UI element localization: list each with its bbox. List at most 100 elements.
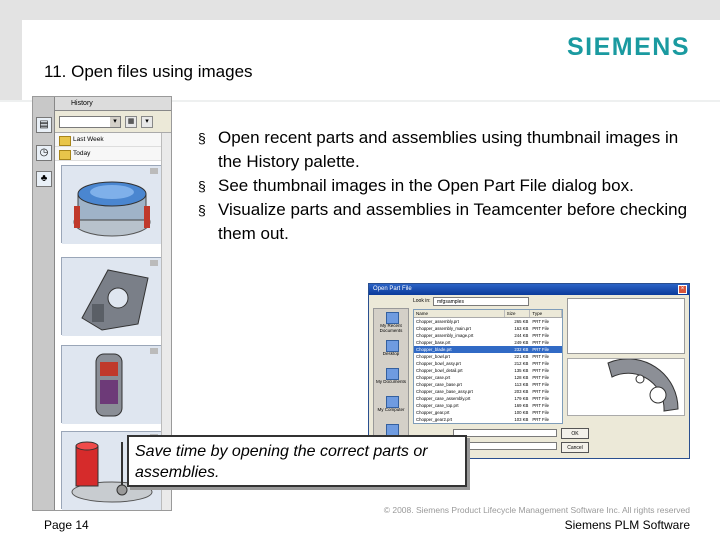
- close-icon[interactable]: ×: [678, 285, 687, 294]
- place-computer[interactable]: My Computer: [374, 393, 408, 421]
- file-type: PRT File: [532, 396, 549, 401]
- file-name: Chopper_gear2.prt: [416, 417, 453, 422]
- file-row[interactable]: Chopper_case.prt 128 KB PRT File: [414, 374, 562, 381]
- file-row[interactable]: Chopper_assembly_main.prt 163 KB PRT File: [414, 325, 562, 332]
- file-row[interactable]: Chopper_bowl_detail.prt 135 KB PRT File: [414, 367, 562, 374]
- file-row[interactable]: Chopper_assembly_image.prt 244 KB PRT File: [414, 332, 562, 339]
- header-left-strip: [0, 20, 22, 100]
- file-name-input[interactable]: [453, 429, 557, 437]
- thumbnail-handset[interactable]: [61, 345, 162, 424]
- preview-detail-pane: [567, 358, 685, 416]
- folder-last-week[interactable]: Last Week: [55, 133, 171, 147]
- file-type: PRT File: [532, 403, 549, 408]
- file-type: PRT File: [532, 333, 549, 338]
- file-size: 163 KB: [514, 326, 529, 331]
- file-row[interactable]: Chopper_gear.prt 100 KB PRT File: [414, 409, 562, 416]
- assembly-navigator-icon[interactable]: ▤: [36, 117, 52, 133]
- copyright-text: © 2008. Siemens Product Lifecycle Manage…: [383, 505, 690, 515]
- file-size: 244 KB: [514, 333, 529, 338]
- slide-title: 11. Open files using images: [44, 62, 253, 81]
- thumbnail-bracket[interactable]: [61, 257, 162, 336]
- file-type: PRT File: [532, 347, 549, 352]
- file-name: Chopper_assembly.prt: [416, 319, 459, 324]
- page-number: Page 14: [44, 518, 89, 532]
- file-name: Chopper_bowl_assy.prt: [416, 361, 461, 366]
- bullet-history-palette: Open recent parts and assemblies using t…: [196, 126, 696, 174]
- file-type: PRT File: [532, 354, 549, 359]
- bracket-image: [62, 258, 162, 336]
- file-size: 135 KB: [514, 368, 529, 373]
- file-type: PRT File: [532, 375, 549, 380]
- file-type-select[interactable]: [453, 442, 557, 450]
- file-list-header: Name Size Type: [414, 310, 562, 318]
- file-type: PRT File: [532, 326, 549, 331]
- file-row[interactable]: Chopper_blade.prt 232 KB PRT File: [414, 346, 562, 353]
- places-bar: My Recent Documents Desktop My Documents…: [373, 308, 409, 456]
- history-toolbar: ▾ ▦ ▾: [55, 111, 171, 133]
- history-filter-combo[interactable]: ▾: [59, 116, 121, 128]
- look-in-combo[interactable]: mfgsamples: [433, 297, 529, 306]
- file-list: Name Size Type Chopper_assembly.prt 265 K…: [413, 309, 563, 424]
- cancel-button[interactable]: Cancel: [561, 442, 589, 453]
- file-type: PRT File: [532, 319, 549, 324]
- bullet-list: Open recent parts and assemblies using t…: [196, 126, 696, 246]
- history-icon[interactable]: ◷: [36, 145, 52, 161]
- column-type[interactable]: Type: [530, 310, 562, 317]
- file-row[interactable]: Chopper_bowl.prt 221 KB PRT File: [414, 353, 562, 360]
- file-size: 113 KB: [514, 382, 529, 387]
- gear-preview-image: [607, 358, 679, 412]
- ok-button[interactable]: OK: [561, 428, 589, 439]
- column-name[interactable]: Name: [414, 310, 505, 317]
- file-name: Chopper_base.prt: [416, 340, 451, 345]
- file-size: 179 KB: [514, 396, 529, 401]
- file-name: Chopper_bowl.prt: [416, 354, 450, 359]
- chevron-down-icon: ▾: [110, 117, 120, 127]
- file-row[interactable]: Chopper_case_base.prt 113 KB PRT File: [414, 381, 562, 388]
- folder-today[interactable]: Today: [55, 147, 171, 161]
- file-name: Chopper_bowl_detail.prt: [416, 368, 463, 373]
- file-name: Chopper_blade.prt: [416, 347, 452, 352]
- part-preview-image: [568, 299, 686, 355]
- file-row[interactable]: Chopper_gear2.prt 103 KB PRT File: [414, 416, 562, 423]
- file-type: PRT File: [532, 368, 549, 373]
- file-name: Chopper_gear.prt: [416, 410, 450, 415]
- header-band: SIEMENS 11. Open files using images: [0, 0, 720, 100]
- siemens-logo: SIEMENS: [566, 33, 690, 61]
- file-type: PRT File: [532, 417, 549, 422]
- dialog-title: Open Part File: [369, 284, 689, 295]
- file-type: PRT File: [532, 361, 549, 366]
- file-size: 212 KB: [514, 361, 529, 366]
- file-type: PRT File: [532, 410, 549, 415]
- history-header: History: [55, 97, 171, 111]
- thumbnail-chopper-bowl[interactable]: [61, 165, 162, 244]
- file-size: 221 KB: [514, 354, 529, 359]
- place-recent[interactable]: My Recent Documents: [374, 309, 408, 337]
- file-size: 128 KB: [514, 375, 529, 380]
- bullet-list-container: Open recent parts and assemblies using t…: [196, 126, 696, 246]
- preview-pane: [567, 298, 685, 354]
- thumbnail-menu-icon[interactable]: [150, 168, 158, 174]
- file-type: PRT File: [532, 382, 549, 387]
- file-size: 100 KB: [514, 410, 529, 415]
- file-name: Chopper_assembly_image.prt: [416, 333, 474, 338]
- file-row[interactable]: Chopper_assembly.prt 265 KB PRT File: [414, 318, 562, 325]
- file-row[interactable]: Chopper_bowl_assy.prt 212 KB PRT File: [414, 360, 562, 367]
- place-desktop[interactable]: Desktop: [374, 337, 408, 365]
- palette-tab-strip: ▤ ◷ ♣: [33, 97, 55, 510]
- file-name: Chopper_case_top.prt: [416, 403, 459, 408]
- file-row[interactable]: Chopper_case_top.prt 169 KB PRT File: [414, 402, 562, 409]
- place-documents[interactable]: My Documents: [374, 365, 408, 393]
- file-row[interactable]: Chopper_case_assembly.prt 179 KB PRT File: [414, 395, 562, 402]
- thumbnail-menu-icon[interactable]: [150, 348, 158, 354]
- history-view-button[interactable]: ▦: [125, 116, 137, 128]
- file-row[interactable]: Chopper_case_base_assy.prt 203 KB PRT File: [414, 388, 562, 395]
- column-size[interactable]: Size: [505, 310, 531, 317]
- thumbnail-menu-icon[interactable]: [150, 260, 158, 266]
- bullet-teamcenter: Visualize parts and assemblies in Teamce…: [196, 198, 696, 246]
- file-row[interactable]: Chopper_base.prt 249 KB PRT File: [414, 339, 562, 346]
- open-part-file-dialog: Open Part File × Look in: mfgsamples My …: [368, 283, 690, 459]
- roles-icon[interactable]: ♣: [36, 171, 52, 187]
- callout-box: Save time by opening the correct parts o…: [127, 435, 467, 487]
- history-options-button[interactable]: ▾: [141, 116, 153, 128]
- file-size: 169 KB: [514, 403, 529, 408]
